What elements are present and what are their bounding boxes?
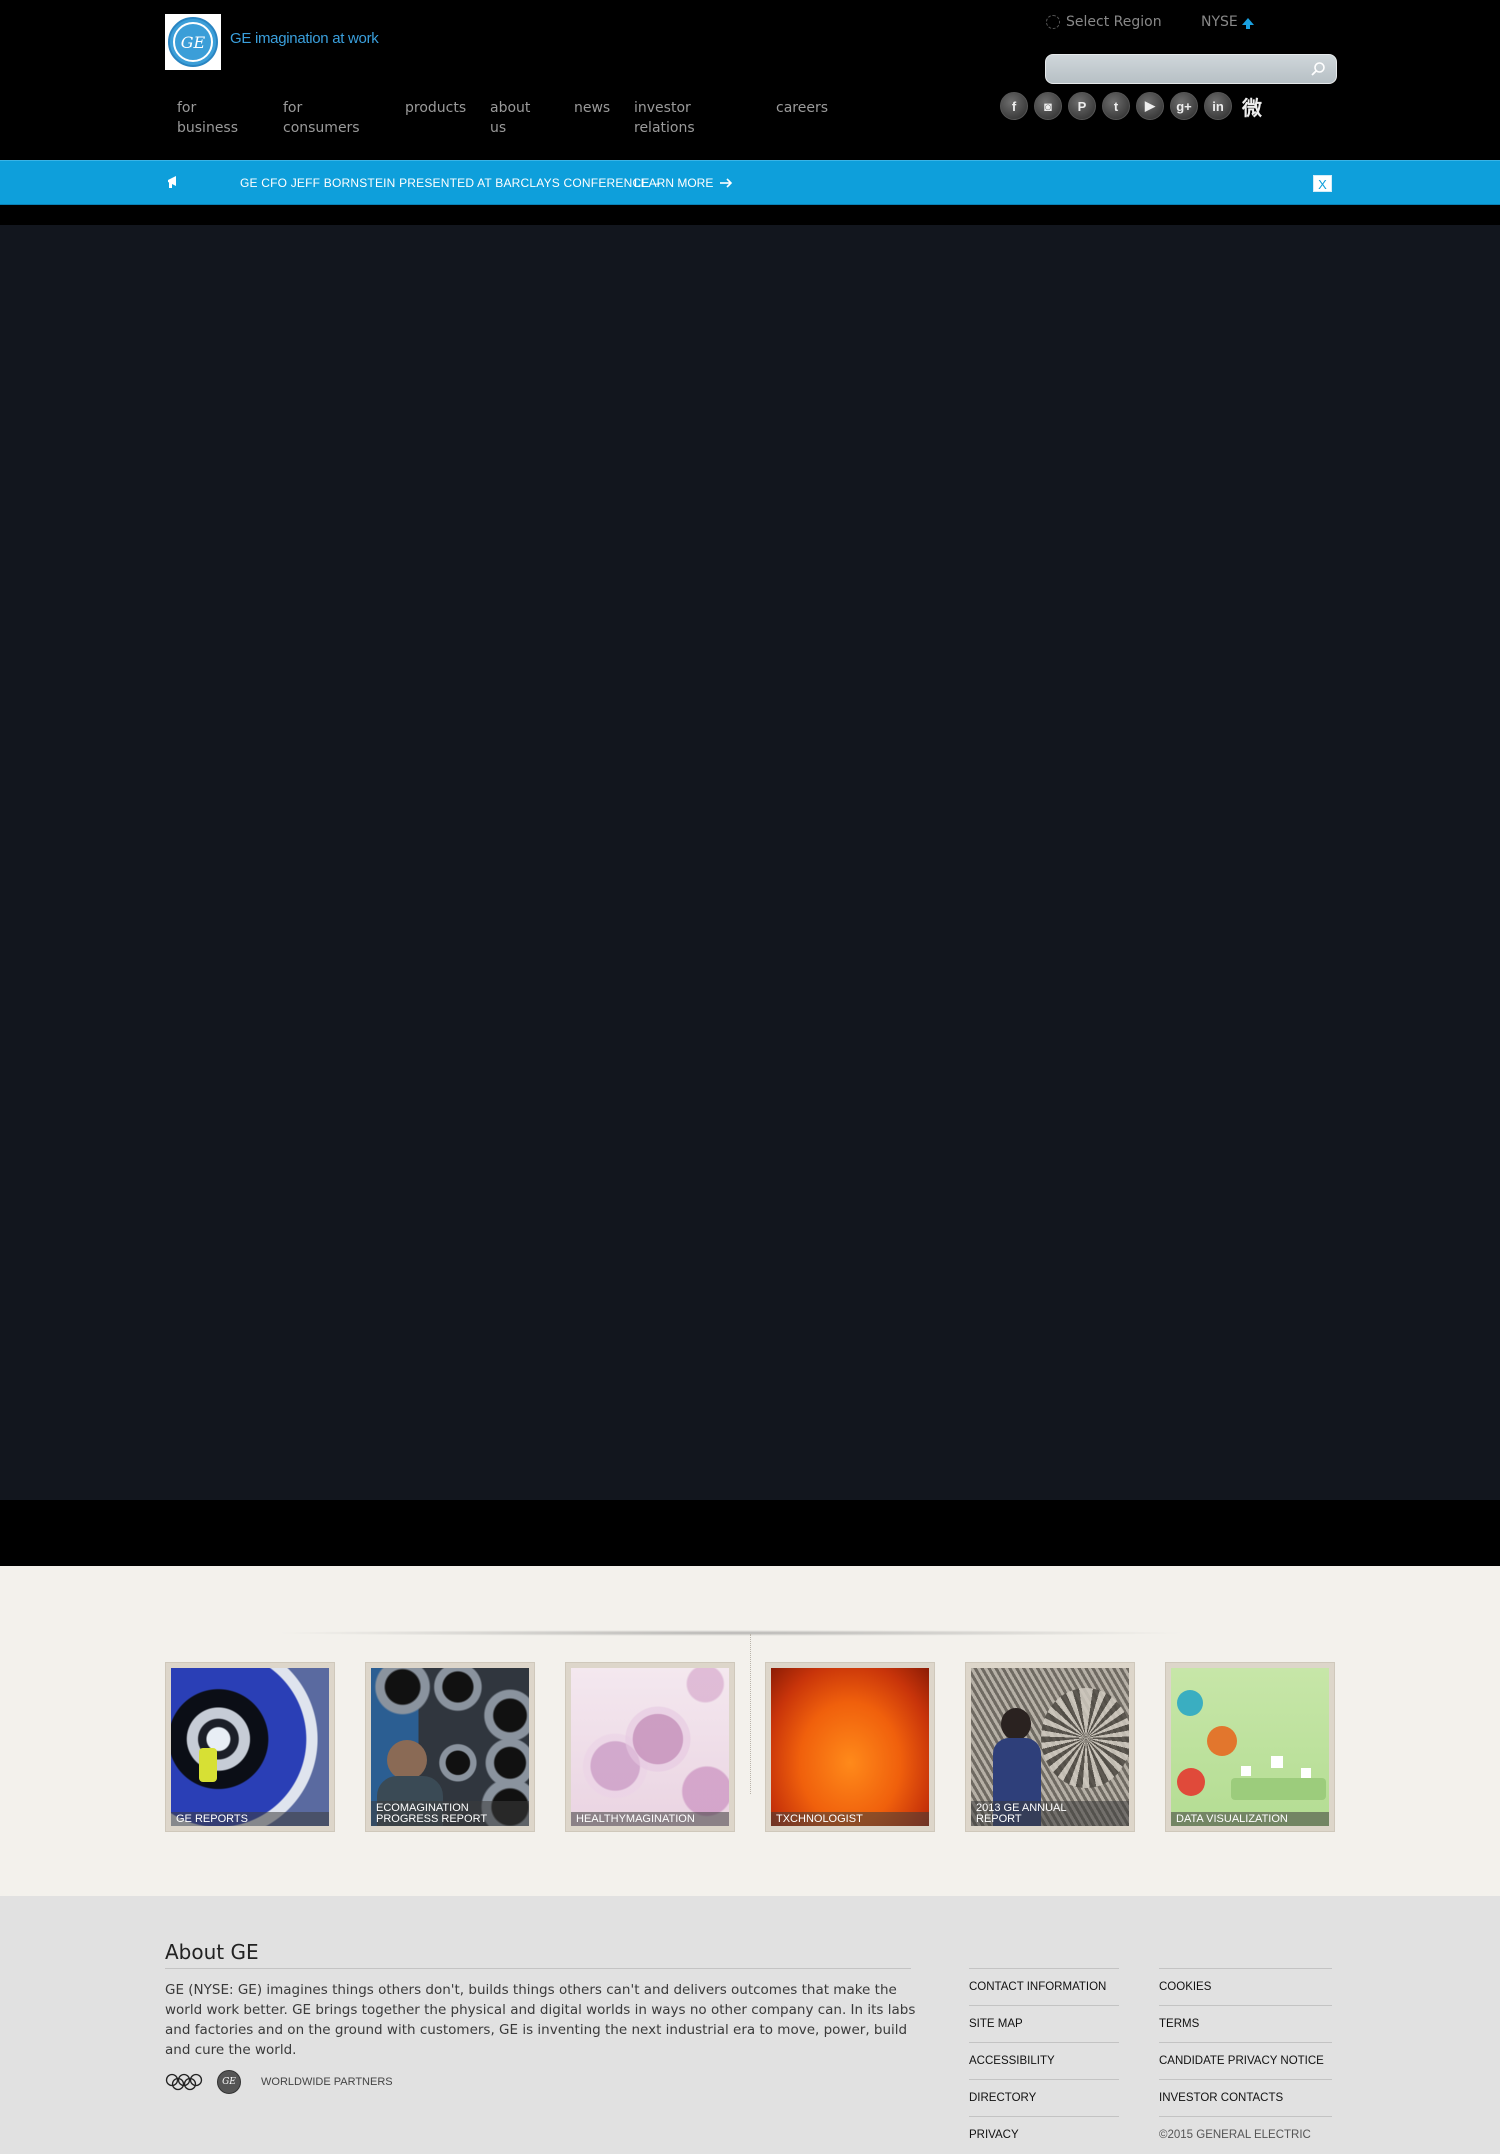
candidate-privacy-notice-link[interactable]: CANDIDATE PRIVACY NOTICE (1159, 2042, 1332, 2079)
instagram-icon[interactable]: ◙ (1034, 92, 1062, 120)
nav-investor-relations[interactable]: investor relations (634, 98, 695, 138)
tile-data-visualization[interactable]: DATA VISUALIZATION (1165, 1662, 1335, 1832)
youtube-icon[interactable]: ▶ (1136, 92, 1164, 120)
cookies-link[interactable]: COOKIES (1159, 1968, 1332, 2005)
site-footer: About GE GE (NYSE: GE) imagines things o… (0, 1896, 1500, 2154)
tile-label: ECOMAGINATION PROGRESS REPORT (371, 1801, 529, 1826)
copyright: ©2015 GENERAL ELECTRIC (1159, 2116, 1332, 2153)
footer-links-col1: CONTACT INFORMATION SITE MAP ACCESSIBILI… (969, 1968, 1119, 2153)
about-title: About GE (165, 1940, 259, 1964)
ge-monogram-icon: GE (217, 2070, 241, 2094)
facebook-icon[interactable]: f (1000, 92, 1028, 120)
search-box (1045, 54, 1337, 84)
olympic-partners: GE WORLDWIDE PARTNERS (165, 2070, 393, 2094)
close-announcement-button[interactable]: X (1313, 175, 1332, 192)
tile-ge-reports[interactable]: GE REPORTS (165, 1662, 335, 1832)
search-input[interactable] (1054, 59, 1294, 79)
hero-area (0, 225, 1500, 1500)
tile-label: TXCHNOLOGIST (771, 1812, 929, 1826)
region-selector[interactable]: Select Region (1046, 14, 1162, 30)
nav-news[interactable]: news (574, 98, 610, 118)
about-divider (165, 1968, 911, 1969)
region-label: Select Region (1066, 14, 1162, 30)
turbine-worker-photo: 2013 GE ANNUAL REPORT (971, 1668, 1129, 1826)
search-icon[interactable] (1310, 61, 1326, 77)
site-header: GE GE imagination at work for business f… (0, 0, 1500, 160)
ge-logo-icon: GE (168, 17, 218, 67)
linkedin-icon[interactable]: in (1204, 92, 1232, 120)
tagline[interactable]: GE imagination at work (230, 30, 379, 47)
nav-products[interactable]: products (405, 98, 466, 118)
olympic-rings-icon (165, 2073, 203, 2091)
tile-label: GE REPORTS (171, 1812, 329, 1826)
pinterest-icon[interactable]: P (1068, 92, 1096, 120)
nav-careers[interactable]: careers (776, 98, 828, 118)
stock-label: NYSE (1201, 14, 1238, 30)
arrow-right-icon (720, 178, 733, 188)
footer-links-col2: COOKIES TERMS CANDIDATE PRIVACY NOTICE I… (1159, 1968, 1332, 2153)
jet-engine-photo: GE REPORTS (171, 1668, 329, 1826)
announcement-text: GE CFO JEFF BORNSTEIN PRESENTED AT BARCL… (240, 176, 660, 190)
directory-link[interactable]: DIRECTORY (969, 2079, 1119, 2116)
tile-ecomagination[interactable]: ECOMAGINATION PROGRESS REPORT (365, 1662, 535, 1832)
nav-about-us[interactable]: about us (490, 98, 530, 138)
learn-more-label: LEARN MORE (634, 176, 714, 190)
contact-information-link[interactable]: CONTACT INFORMATION (969, 1968, 1119, 2005)
ge-logo[interactable]: GE (165, 14, 221, 70)
nav-for-consumers[interactable]: for consumers (283, 98, 360, 138)
tile-txchnologist[interactable]: TXCHNOLOGIST (765, 1662, 935, 1832)
about-text: GE (NYSE: GE) imagines things others don… (165, 1982, 916, 2058)
social-links: f ◙ P t ▶ g+ in 微 (1000, 92, 1266, 120)
weibo-icon[interactable]: 微 (1238, 92, 1266, 120)
cells-photo: HEALTHYMAGINATION (571, 1668, 729, 1826)
ge-logo-monogram: GE (173, 22, 213, 62)
water-filters-photo: ECOMAGINATION PROGRESS REPORT (371, 1668, 529, 1826)
stock-ticker[interactable]: NYSE (1201, 14, 1254, 30)
tile-label: HEALTHYMAGINATION (571, 1812, 729, 1826)
google-plus-icon[interactable]: g+ (1170, 92, 1198, 120)
tile-annual-report[interactable]: 2013 GE ANNUAL REPORT (965, 1662, 1135, 1832)
section-divider (270, 1630, 1190, 1636)
announcement-bar: GE CFO JEFF BORNSTEIN PRESENTED AT BARCL… (0, 160, 1500, 205)
infographic-photo: DATA VISUALIZATION (1171, 1668, 1329, 1826)
megaphone-icon (168, 176, 176, 188)
nav-for-business[interactable]: for business (177, 98, 238, 138)
site-map-link[interactable]: SITE MAP (969, 2005, 1119, 2042)
vertical-divider (750, 1634, 751, 1794)
terms-link[interactable]: TERMS (1159, 2005, 1332, 2042)
privacy-link[interactable]: PRIVACY (969, 2116, 1119, 2153)
investor-contacts-link[interactable]: INVESTOR CONTACTS (1159, 2079, 1332, 2116)
sun-surface-photo: TXCHNOLOGIST (771, 1668, 929, 1826)
tile-healthymagination[interactable]: HEALTHYMAGINATION (565, 1662, 735, 1832)
stock-up-arrow-icon (1241, 17, 1254, 29)
tile-label: 2013 GE ANNUAL REPORT (971, 1801, 1129, 1826)
globe-icon (1046, 15, 1060, 29)
learn-more-link[interactable]: LEARN MORE (634, 176, 733, 190)
featured-tiles: GE REPORTS ECOMAGINATION PROGRESS REPORT… (0, 1566, 1500, 1896)
twitter-icon[interactable]: t (1102, 92, 1130, 120)
accessibility-link[interactable]: ACCESSIBILITY (969, 2042, 1119, 2079)
tile-label: DATA VISUALIZATION (1171, 1812, 1329, 1826)
partners-label: WORLDWIDE PARTNERS (261, 2076, 393, 2088)
